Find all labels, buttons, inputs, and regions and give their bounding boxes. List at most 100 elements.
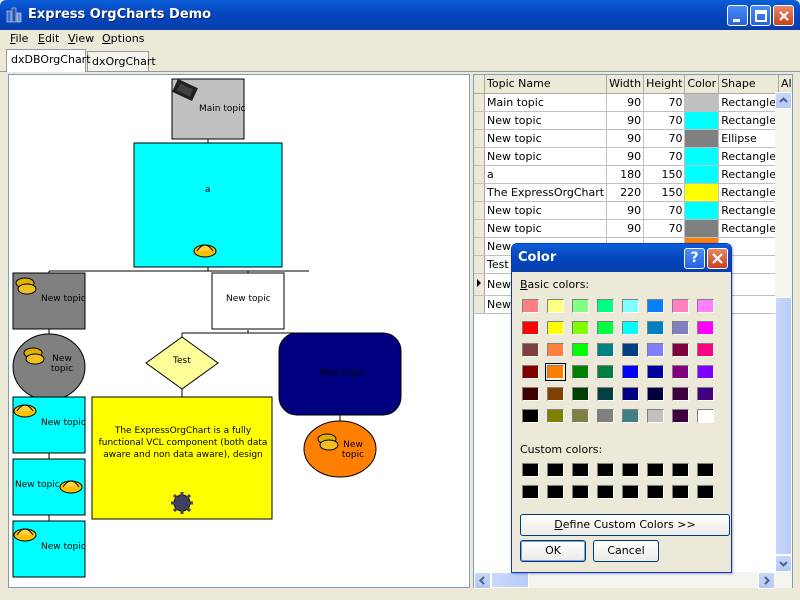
row-indicator[interactable] — [474, 165, 485, 184]
custom-color-swatch[interactable] — [572, 485, 589, 499]
menu-file[interactable]: File — [10, 32, 28, 45]
basic-color-swatch[interactable] — [697, 387, 714, 401]
custom-color-swatch[interactable] — [522, 463, 539, 477]
basic-color-swatch[interactable] — [672, 343, 689, 357]
basic-color-swatch[interactable] — [547, 343, 564, 357]
row-indicator[interactable] — [474, 111, 485, 130]
basic-color-swatch[interactable] — [622, 365, 639, 379]
menu-view[interactable]: View — [68, 32, 94, 45]
row-indicator[interactable] — [474, 129, 485, 148]
basic-color-swatch[interactable] — [622, 409, 639, 423]
basic-color-swatch[interactable] — [522, 387, 539, 401]
basic-color-swatch[interactable] — [522, 321, 539, 335]
row-indicator[interactable] — [474, 219, 485, 238]
cell-color[interactable] — [684, 183, 720, 202]
minimize-button[interactable] — [727, 5, 748, 26]
basic-color-swatch[interactable] — [597, 365, 614, 379]
basic-color-swatch[interactable] — [647, 409, 664, 423]
basic-color-swatch[interactable] — [622, 321, 639, 335]
maximize-button[interactable] — [750, 5, 771, 26]
cell-shape[interactable]: Rectangle — [718, 111, 779, 130]
dialog-titlebar[interactable]: Color ? — [512, 244, 731, 272]
basic-color-swatch[interactable] — [572, 343, 589, 357]
tab-dxorgchart[interactable]: dxOrgChart — [87, 51, 156, 72]
row-indicator[interactable] — [474, 255, 485, 274]
basic-color-swatch[interactable] — [697, 365, 714, 379]
cell-height[interactable]: 70 — [643, 93, 686, 112]
basic-color-swatch[interactable] — [647, 387, 664, 401]
cell-width[interactable]: 220 — [606, 183, 645, 202]
cell-shape[interactable]: Rectangle — [718, 183, 779, 202]
cell-width[interactable]: 90 — [606, 201, 645, 220]
custom-color-swatch[interactable] — [547, 463, 564, 477]
cell-shape[interactable]: Rectangle — [718, 201, 779, 220]
basic-color-swatch[interactable] — [572, 409, 589, 423]
menu-edit[interactable]: Edit — [38, 32, 59, 45]
cell-color[interactable] — [684, 201, 720, 220]
cell-topic-name[interactable]: a — [484, 165, 608, 184]
basic-color-swatch[interactable] — [622, 387, 639, 401]
basic-color-swatch[interactable] — [547, 409, 564, 423]
cell-height[interactable]: 70 — [643, 111, 686, 130]
basic-color-swatch[interactable] — [522, 299, 539, 313]
column-header[interactable]: Color — [684, 75, 720, 94]
basic-color-swatch[interactable] — [597, 321, 614, 335]
define-custom-colors-button[interactable]: Define Custom Colors >> — [520, 514, 730, 536]
column-header[interactable]: Shape — [718, 75, 779, 94]
basic-color-swatch[interactable] — [647, 321, 664, 335]
cell-height[interactable]: 70 — [643, 219, 686, 238]
custom-color-swatch[interactable] — [697, 463, 714, 477]
scroll-left-button[interactable] — [474, 572, 491, 589]
basic-color-swatch[interactable] — [572, 321, 589, 335]
custom-color-swatch[interactable] — [672, 485, 689, 499]
column-header[interactable]: Topic Name — [484, 75, 608, 94]
custom-color-swatch[interactable] — [522, 485, 539, 499]
cell-topic-name[interactable]: New topic — [484, 219, 608, 238]
cell-topic-name[interactable]: New topic — [484, 201, 608, 220]
cell-color[interactable] — [684, 219, 720, 238]
cell-topic-name[interactable]: New topic — [484, 129, 608, 148]
custom-color-swatch[interactable] — [572, 463, 589, 477]
custom-color-swatch[interactable] — [622, 485, 639, 499]
table-row[interactable]: a180150RectangleCenter — [474, 165, 792, 184]
basic-color-swatch[interactable] — [672, 409, 689, 423]
table-row[interactable]: New topic9070RectangleCenter — [474, 219, 792, 238]
cell-shape[interactable]: Ellipse — [718, 129, 779, 148]
cell-height[interactable]: 70 — [643, 201, 686, 220]
custom-color-swatch[interactable] — [547, 485, 564, 499]
cell-width[interactable]: 90 — [606, 147, 645, 166]
basic-color-swatch[interactable] — [697, 321, 714, 335]
cell-height[interactable]: 70 — [643, 129, 686, 148]
basic-color-swatch[interactable] — [697, 343, 714, 357]
row-indicator[interactable] — [474, 273, 485, 296]
cell-shape[interactable]: Rectangle — [718, 219, 779, 238]
cell-color[interactable] — [684, 111, 720, 130]
cell-width[interactable]: 90 — [606, 219, 645, 238]
custom-color-swatch[interactable] — [597, 463, 614, 477]
basic-color-swatch[interactable] — [522, 409, 539, 423]
cell-color[interactable] — [684, 93, 720, 112]
window-titlebar[interactable]: Express OrgCharts Demo — [0, 0, 800, 30]
table-row[interactable]: The ExpressOrgChart220150RectangleCenter — [474, 183, 792, 202]
scroll-down-button[interactable] — [775, 555, 792, 572]
vertical-scrollbar[interactable] — [775, 92, 792, 572]
basic-color-swatch[interactable] — [672, 321, 689, 335]
cell-topic-name[interactable]: New topic — [484, 147, 608, 166]
cell-color[interactable] — [684, 147, 720, 166]
cell-width[interactable]: 90 — [606, 93, 645, 112]
custom-color-swatch[interactable] — [597, 485, 614, 499]
basic-color-swatch[interactable] — [572, 299, 589, 313]
table-row[interactable]: New topic9070EllipseCenter — [474, 129, 792, 148]
row-indicator[interactable] — [474, 183, 485, 202]
menu-options[interactable]: Options — [102, 32, 144, 45]
custom-color-swatch[interactable] — [647, 463, 664, 477]
row-indicator[interactable] — [474, 93, 485, 112]
cancel-button[interactable]: Cancel — [593, 540, 659, 562]
org-chart-canvas[interactable]: Main topic a New topic New topic New top… — [8, 74, 470, 588]
basic-color-swatch[interactable] — [597, 299, 614, 313]
cell-width[interactable]: 90 — [606, 111, 645, 130]
basic-color-swatch[interactable] — [547, 321, 564, 335]
table-row[interactable]: New topic9070RectangleCenter — [474, 111, 792, 130]
scroll-thumb[interactable] — [775, 297, 792, 555]
basic-color-swatch[interactable] — [597, 343, 614, 357]
